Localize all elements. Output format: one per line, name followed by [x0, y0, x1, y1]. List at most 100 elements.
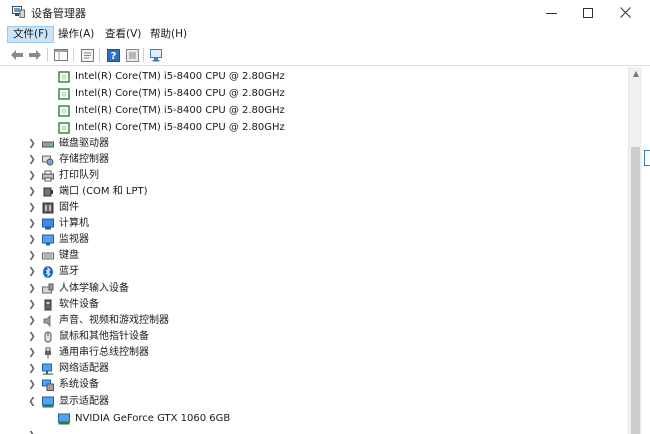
category-label: 计算机 [59, 218, 89, 229]
tree-item-system-devices[interactable]: ❯ 系统设备 [0, 377, 620, 393]
expand-arrow-icon[interactable]: ❯ [27, 265, 37, 279]
keyboard-icon [42, 252, 54, 260]
toolbar-separator [47, 48, 48, 62]
expand-arrow-icon[interactable]: ❯ [27, 298, 37, 312]
tree-item-print-queues[interactable]: ❯ 打印队列 [0, 168, 620, 184]
forward-button[interactable] [27, 47, 43, 63]
scan-hardware-button[interactable] [149, 47, 165, 63]
category-label: 人体学输入设备 [59, 283, 129, 294]
update-driver-button[interactable] [124, 47, 140, 63]
tree-item-sound[interactable]: ❯ 声音、视频和游戏控制器 [0, 313, 620, 329]
tree-item-computer[interactable]: ❯ 计算机 [0, 216, 620, 232]
expand-arrow-icon[interactable]: ❯ [27, 137, 37, 151]
expand-arrow-icon[interactable]: ❯ [27, 217, 37, 231]
category-label: 软件设备 [59, 299, 99, 310]
tree-item-monitors[interactable]: ❯ 监视器 [0, 232, 620, 248]
forward-icon [29, 50, 41, 60]
processor-icon [58, 105, 70, 117]
monitor-icon [42, 234, 54, 246]
expand-arrow-icon[interactable]: ❯ [27, 314, 37, 328]
tree-item-bluetooth[interactable]: ❯ 蓝牙 [0, 264, 620, 280]
category-label: 监视器 [59, 234, 89, 245]
category-label: 打印队列 [59, 170, 99, 181]
toolbar-separator [99, 48, 100, 62]
disk-drive-icon [42, 141, 54, 148]
minimize-button[interactable] [533, 0, 569, 25]
expand-arrow-icon[interactable]: ❯ [27, 346, 37, 360]
tree-item-display-adapters[interactable]: ❮ 显示适配器 [0, 394, 620, 410]
expand-arrow-icon[interactable]: ❯ [27, 362, 37, 376]
toolbar-separator [143, 48, 144, 62]
device-manager-icon [12, 6, 25, 18]
maximize-button[interactable] [570, 0, 606, 25]
processor-label: Intel(R) Core(TM) i5-8400 CPU @ 2.80GHz [75, 88, 285, 99]
menu-view[interactable]: 查看(V) [100, 26, 146, 43]
tree-item-software-devices[interactable]: ❯ 软件设备 [0, 297, 620, 313]
tree-item-network-adapters[interactable]: ❯ 网络适配器 [0, 361, 620, 377]
computer-icon [42, 218, 54, 230]
expand-arrow-icon[interactable]: ❯ [27, 249, 37, 263]
tree-item-processor[interactable]: Intel(R) Core(TM) i5-8400 CPU @ 2.80GHz [0, 69, 620, 85]
tree-item-gpu[interactable]: NVIDIA GeForce GTX 1060 6GB [0, 411, 620, 427]
category-label: 键盘 [59, 250, 79, 261]
show-hide-console-tree-button[interactable] [53, 47, 69, 63]
expand-arrow-icon[interactable]: ❯ [27, 169, 37, 183]
tree-item-processor[interactable]: Intel(R) Core(TM) i5-8400 CPU @ 2.80GHz [0, 120, 620, 136]
background-window-edge [644, 150, 650, 166]
toolbar: ? [0, 44, 650, 66]
tree-item-disk-drives[interactable]: ❯ 磁盘驱动器 [0, 136, 620, 152]
expand-arrow-icon[interactable]: ❯ [27, 233, 37, 247]
update-driver-icon [125, 48, 139, 62]
processor-icon [58, 71, 70, 83]
tree-item-processor[interactable]: Intel(R) Core(TM) i5-8400 CPU @ 2.80GHz [0, 86, 620, 102]
tree-item-mice[interactable]: ❯ 鼠标和其他指针设备 [0, 329, 620, 345]
software-device-icon [44, 299, 52, 311]
tree-item-usb[interactable]: ❯ 通用串行总线控制器 [0, 345, 620, 361]
bluetooth-icon [43, 266, 53, 278]
expand-arrow-icon[interactable]: ❯ [27, 153, 37, 167]
window-edge [642, 67, 650, 434]
device-tree[interactable]: Intel(R) Core(TM) i5-8400 CPU @ 2.80GHz … [0, 67, 628, 434]
back-icon [11, 50, 23, 60]
category-label: 通用串行总线控制器 [59, 347, 149, 358]
expand-arrow-icon[interactable]: ❯ [27, 282, 37, 296]
tree-item-storage-controllers[interactable]: ❯ 存储控制器 [0, 152, 620, 168]
properties-button[interactable] [79, 47, 95, 63]
expand-arrow-icon[interactable]: ❯ [27, 330, 37, 344]
menu-help[interactable]: 帮助(H) [145, 26, 192, 43]
usb-icon [45, 347, 51, 359]
device-manager-window: 设备管理器 文件(F) 操作(A) 查看(V) 帮助(H) ? Intel(R)… [0, 0, 650, 434]
processor-icon [58, 88, 70, 100]
network-adapter-icon [42, 363, 53, 375]
menu-bar: 文件(F) 操作(A) 查看(V) 帮助(H) [0, 25, 650, 44]
expand-arrow-icon[interactable]: ❯ [27, 378, 37, 392]
menu-file[interactable]: 文件(F) [7, 26, 55, 43]
collapse-arrow-icon[interactable]: ❮ [27, 395, 37, 409]
tree-item-processor[interactable]: Intel(R) Core(TM) i5-8400 CPU @ 2.80GHz [0, 103, 620, 119]
help-button[interactable]: ? [105, 47, 121, 63]
category-label: 系统设备 [59, 379, 99, 390]
back-button[interactable] [9, 47, 25, 63]
tree-item-firmware[interactable]: ❯ 固件 [0, 200, 620, 216]
scrollbar-thumb[interactable] [631, 147, 640, 434]
tree-item-hid[interactable]: ❯ 人体学输入设备 [0, 281, 620, 297]
toolbar-separator [73, 48, 74, 62]
category-label: 存储控制器 [59, 154, 109, 165]
category-label: 显示适配器 [59, 396, 109, 407]
show-hide-console-tree-icon [54, 49, 68, 61]
menu-action[interactable]: 操作(A) [53, 26, 99, 43]
expand-arrow-icon[interactable]: ❯ [27, 185, 37, 199]
svg-text:?: ? [110, 51, 116, 62]
tree-item-ports[interactable]: ❯ 端口 (COM 和 LPT) [0, 184, 620, 200]
processor-label: Intel(R) Core(TM) i5-8400 CPU @ 2.80GHz [75, 105, 285, 116]
category-label: 端口 (COM 和 LPT) [59, 186, 148, 197]
storage-controller-icon [42, 155, 54, 166]
close-button[interactable] [607, 0, 643, 25]
category-label: 鼠标和其他指针设备 [59, 331, 149, 342]
title-bar[interactable]: 设备管理器 [0, 0, 650, 25]
scroll-up-arrow-icon[interactable]: ▲ [629, 67, 643, 81]
expand-arrow-icon[interactable]: ❯ [27, 201, 37, 215]
port-icon [43, 187, 53, 197]
vertical-scrollbar[interactable]: ▲ [628, 67, 642, 434]
tree-item-keyboards[interactable]: ❯ 键盘 [0, 248, 620, 264]
